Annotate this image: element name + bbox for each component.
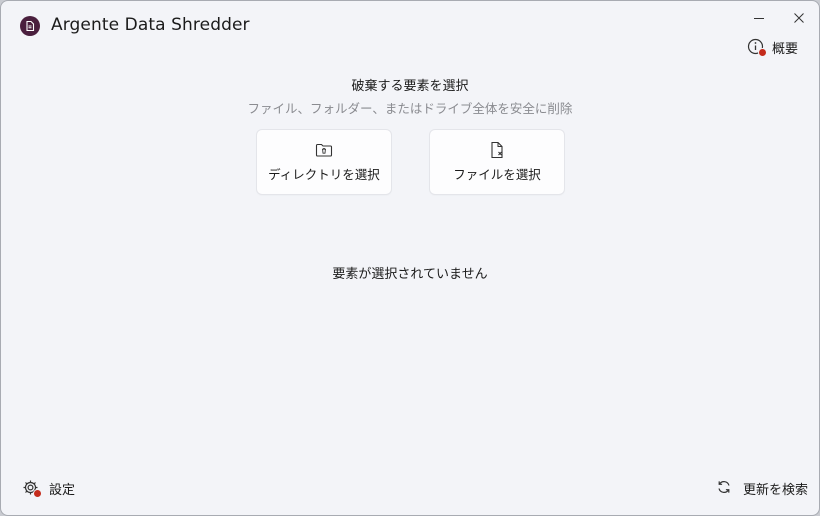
- app-window: Argente Data Shredder 概要 破棄する要素を選択 ファイル、…: [0, 0, 820, 516]
- notification-badge: [758, 48, 767, 57]
- empty-selection-status: 要素が選択されていません: [332, 267, 488, 282]
- select-file-button[interactable]: ファイルを選択: [430, 130, 564, 194]
- select-file-label: ファイルを選択: [453, 167, 541, 182]
- refresh-icon: [716, 479, 734, 497]
- settings-label: 設定: [49, 482, 76, 498]
- settings-badge: [33, 489, 42, 498]
- minimize-icon: [754, 18, 764, 19]
- info-icon: [747, 38, 767, 57]
- app-logo-icon: [20, 16, 40, 36]
- check-updates-label: 更新を検索: [743, 482, 809, 498]
- select-directory-button[interactable]: ディレクトリを選択: [257, 130, 391, 194]
- page-subheading: ファイル、フォルダー、またはドライブ全体を安全に削除: [247, 101, 573, 116]
- about-label: 概要: [772, 41, 799, 57]
- window-title: Argente Data Shredder: [51, 15, 250, 35]
- close-button[interactable]: [787, 7, 811, 29]
- gear-icon: [22, 479, 42, 498]
- settings-button[interactable]: 設定: [22, 478, 75, 498]
- about-button[interactable]: 概要: [747, 37, 798, 57]
- folder-icon: [315, 141, 333, 159]
- file-delete-icon: [488, 141, 506, 159]
- title-bar[interactable]: Argente Data Shredder: [1, 1, 819, 49]
- select-directory-label: ディレクトリを選択: [268, 167, 380, 182]
- check-updates-button[interactable]: 更新を検索: [716, 478, 808, 498]
- page-heading: 破棄する要素を選択: [351, 79, 469, 94]
- close-icon: [794, 13, 804, 23]
- minimize-button[interactable]: [747, 7, 771, 29]
